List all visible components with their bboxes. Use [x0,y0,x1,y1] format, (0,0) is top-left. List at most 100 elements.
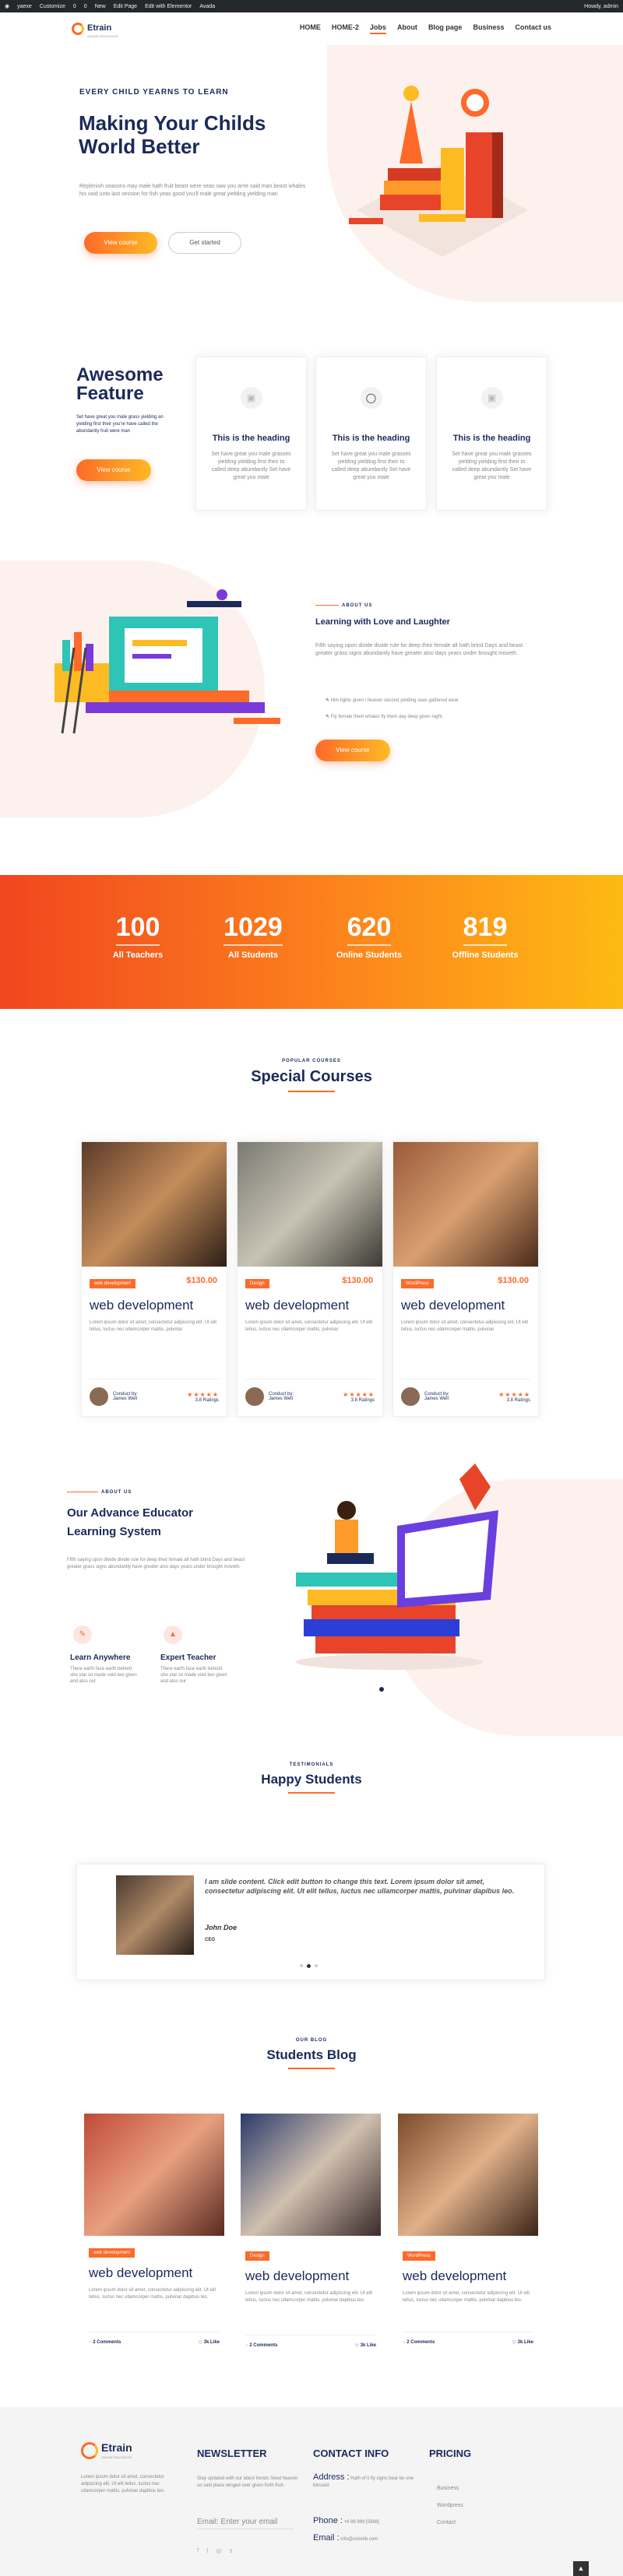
feature-teacher-title: Expert Teacher [160,1653,216,1662]
brand-sub: ONLINE EDUCATION [87,33,118,38]
blog-image [241,2114,381,2236]
blog-likes[interactable]: 3k Like [361,2343,376,2349]
nav-jobs[interactable]: Jobs [369,23,386,34]
site-footer: Etrain ONLINE EDUCATION Lorem ipsum dolor… [0,2407,623,2576]
feature-card-text: Set have great you male grasses yielding… [452,452,532,480]
stat-offline: 819 Offline Students [442,912,528,960]
footer-email-label: Email : [313,2533,340,2543]
blog-card[interactable]: Design web development Lorem ipsum dolor… [241,2114,381,2361]
admin-bar-comments[interactable]: 0 [84,4,87,9]
site-logo[interactable]: Etrain ONLINE EDUCATION [72,20,118,38]
stat-online: 620 Online Students [326,912,412,960]
blog-post-title[interactable]: web development [84,2258,224,2281]
skype-icon[interactable]: s [229,2547,232,2554]
nav-about[interactable]: About [397,23,417,34]
feature-card-text: Set have great you male grasses yielding… [211,452,291,480]
footer-address-label: Address : [313,2472,350,2482]
course-tag[interactable]: web development [90,1279,136,1288]
image-icon: ▣ [480,387,503,409]
nav-business[interactable]: Business [473,23,504,34]
footer-link-wordpress[interactable]: Wordpress [437,2497,463,2514]
footer-email-input[interactable]: Email: Enter your email [197,2518,294,2529]
blog-header: OUR BLOG Students Blog [0,2038,623,2069]
admin-bar-avada[interactable]: Avada [199,4,215,9]
course-tag[interactable]: Design [245,1279,269,1288]
about-item: ✎ Him lights given i heaven second yield… [326,697,459,705]
feature-view-course-button[interactable]: View course [76,459,151,481]
testimonial-slide: I am slide content. Click edit button to… [76,1864,545,1980]
admin-bar-edit-page[interactable]: Edit Page [114,4,137,9]
blog-post-title[interactable]: web development [398,2261,538,2284]
facebook-icon[interactable]: f [197,2547,199,2554]
admin-bar-user[interactable]: Howdy, admin [584,4,618,9]
slider-dot[interactable] [300,1964,303,1967]
feature-card: ▣ This is the heading Set have great you… [195,357,307,511]
blog-text: Lorem ipsum dolor sit amet, consectetur … [89,2288,216,2300]
course-rating: 3.8 Ratings [195,1397,219,1403]
stat-label: All Teachers [112,951,164,960]
feature-title: Awesome Feature [76,366,164,403]
nav-home-2[interactable]: HOME-2 [332,23,359,34]
footer-contact-title: CONTACT INFO [313,2448,389,2459]
testimonial-quote: I am slide content. Click edit button to… [205,1878,515,1895]
admin-bar-updates[interactable]: 0 [73,4,76,9]
blog-tag[interactable]: Design [245,2251,269,2261]
back-to-top-icon[interactable]: ▲ [573,2561,589,2576]
footer-logo[interactable]: Etrain ONLINE EDUCATION [81,2441,132,2459]
feature-card-heading: This is the heading [452,434,531,443]
hero-get-started-button[interactable]: Get started [168,232,241,254]
course-price: $130.00 [342,1276,373,1285]
blog-comments[interactable]: 2 Comments [249,2343,277,2349]
course-tag[interactable]: WordPress [401,1279,434,1288]
admin-bar-elementor[interactable]: Edit with Elementor [145,4,192,9]
blog-tag[interactable]: web development [89,2248,136,2258]
nav-blog[interactable]: Blog page [428,23,463,34]
blog-tag[interactable]: WordPress [403,2251,435,2261]
footer-link-business[interactable]: Business [437,2480,463,2497]
blog-comments[interactable]: 2 Comments [93,2340,121,2346]
hero-title: Making Your Childs World Better [79,111,266,158]
slider-dot-active[interactable] [307,1964,311,1968]
course-title[interactable]: web development [238,1288,382,1313]
stat-label: Offline Students [452,951,519,960]
hero-view-course-button[interactable]: View course [84,232,157,254]
about-item-text: Him lights given i heaven second yieldin… [330,698,459,703]
course-text: Lorem ipsum dolor sit amet, consectetur … [245,1320,373,1332]
course-card[interactable]: Design $130.00 web development Lorem ipsu… [237,1141,383,1417]
footer-link-contact[interactable]: Contact [437,2514,463,2532]
testimonial-name: John Doe [205,1924,238,1931]
admin-bar: ◉ yaexe Customize 0 0 New Edit Page Edit… [0,0,623,12]
blog-post-title[interactable]: web development [241,2261,381,2284]
about-view-course-button[interactable]: View course [315,740,390,761]
testimonial-role: CEO [205,1938,216,1942]
instagram-icon[interactable]: ◎ [216,2547,221,2554]
blog-comments[interactable]: 2 Comments [407,2340,435,2346]
footer-email-value[interactable]: info@colorlib.com [340,2537,378,2542]
title-underline [288,2068,335,2069]
blog-card[interactable]: WordPress web development Lorem ipsum do… [398,2114,538,2361]
footer-pricing-title: PRICING [429,2448,472,2459]
course-card[interactable]: web development $130.00 web development L… [81,1141,227,1417]
footer-newsletter-title: NEWSLETTER [197,2448,267,2459]
course-title[interactable]: web development [393,1288,538,1313]
stat-number: 620 [347,912,392,946]
feature-teacher-text: There earth face earth behold she star s… [160,1667,227,1684]
feature-card-heading: This is the heading [332,434,410,443]
nav-contact[interactable]: Contact us [515,23,551,34]
admin-bar-site[interactable]: yaexe [17,4,32,9]
course-card[interactable]: WordPress $130.00 web development Lorem i… [392,1141,539,1417]
hero-text: Replenish seasons may male hath fruit be… [79,184,306,197]
wp-logo-icon[interactable]: ◉ [5,3,9,9]
blog-card[interactable]: web development web development Lorem ip… [84,2114,224,2361]
slider-dot[interactable] [315,1964,318,1967]
course-image [393,1142,538,1267]
nav-home[interactable]: HOME [300,23,321,34]
blog-likes[interactable]: 3k Like [204,2340,220,2346]
blog-likes[interactable]: 3k Like [518,2340,533,2346]
twitter-icon[interactable]: t [206,2547,208,2554]
admin-bar-new[interactable]: New [95,4,106,9]
stat-number: 819 [463,912,508,946]
course-title[interactable]: web development [82,1288,227,1313]
stat-students: 1029 All Students [210,912,296,960]
admin-bar-customize[interactable]: Customize [40,4,65,9]
